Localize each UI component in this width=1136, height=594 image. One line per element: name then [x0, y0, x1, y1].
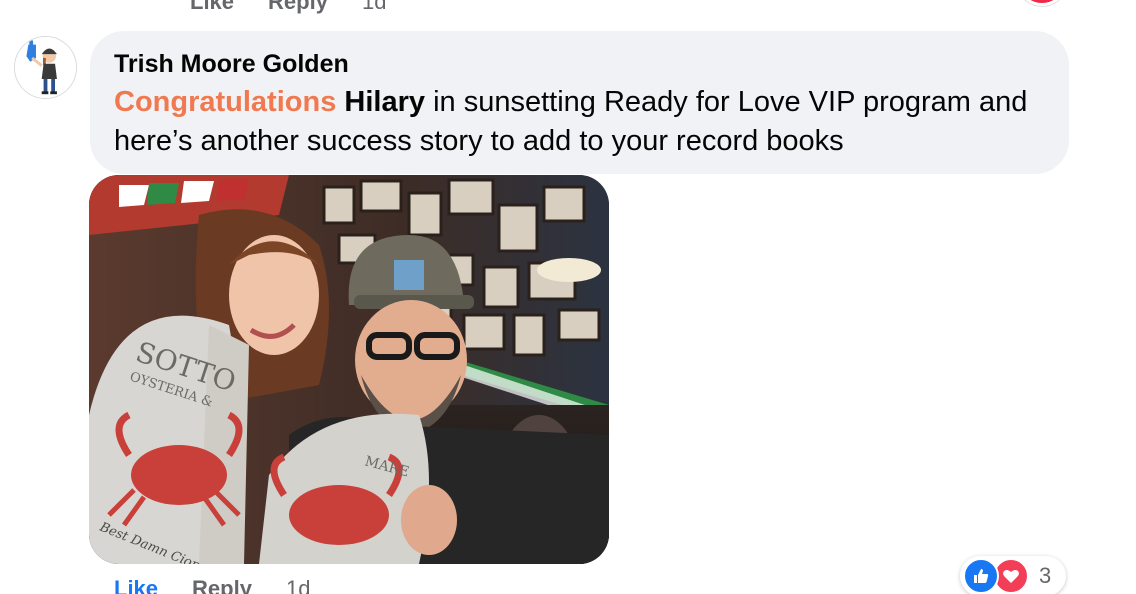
comment-time[interactable]: 1d — [286, 576, 310, 594]
previous-reply-button[interactable]: Reply — [268, 0, 328, 15]
previous-like-button[interactable]: Like — [190, 0, 234, 15]
avatar-bitmoji-icon — [15, 37, 76, 98]
comment-bubble: Trish Moore Golden Congratulations Hilar… — [90, 31, 1069, 174]
like-icon — [963, 558, 999, 594]
previous-reaction-summary[interactable] — [1020, 0, 1064, 6]
comment-thread: Like Reply 1d Trish Moore Golden Congrat… — [0, 0, 1136, 594]
mention-link[interactable]: Hilary — [344, 86, 425, 118]
like-button[interactable]: Like — [114, 576, 158, 594]
comment-author-name[interactable]: Trish Moore Golden — [114, 49, 1045, 79]
comment-actions: Like Reply 1d — [114, 576, 310, 594]
comment-photo[interactable]: SOTTO OYSTERIA & MARE Best Damn Cioppino… — [89, 175, 609, 564]
previous-comment-actions: Like Reply 1d — [190, 0, 386, 15]
reaction-count: 3 — [1039, 563, 1052, 588]
previous-comment-time[interactable]: 1d — [362, 0, 386, 15]
highlighted-word: Congratulations — [114, 86, 337, 118]
avatar[interactable] — [14, 36, 77, 99]
comment-text: Congratulations Hilary in sunsetting Rea… — [114, 83, 1045, 161]
reply-button[interactable]: Reply — [192, 576, 252, 594]
photo-illustration: SOTTO OYSTERIA & MARE Best Damn Cioppino… — [89, 175, 609, 564]
reaction-summary[interactable]: 3 — [960, 556, 1066, 594]
